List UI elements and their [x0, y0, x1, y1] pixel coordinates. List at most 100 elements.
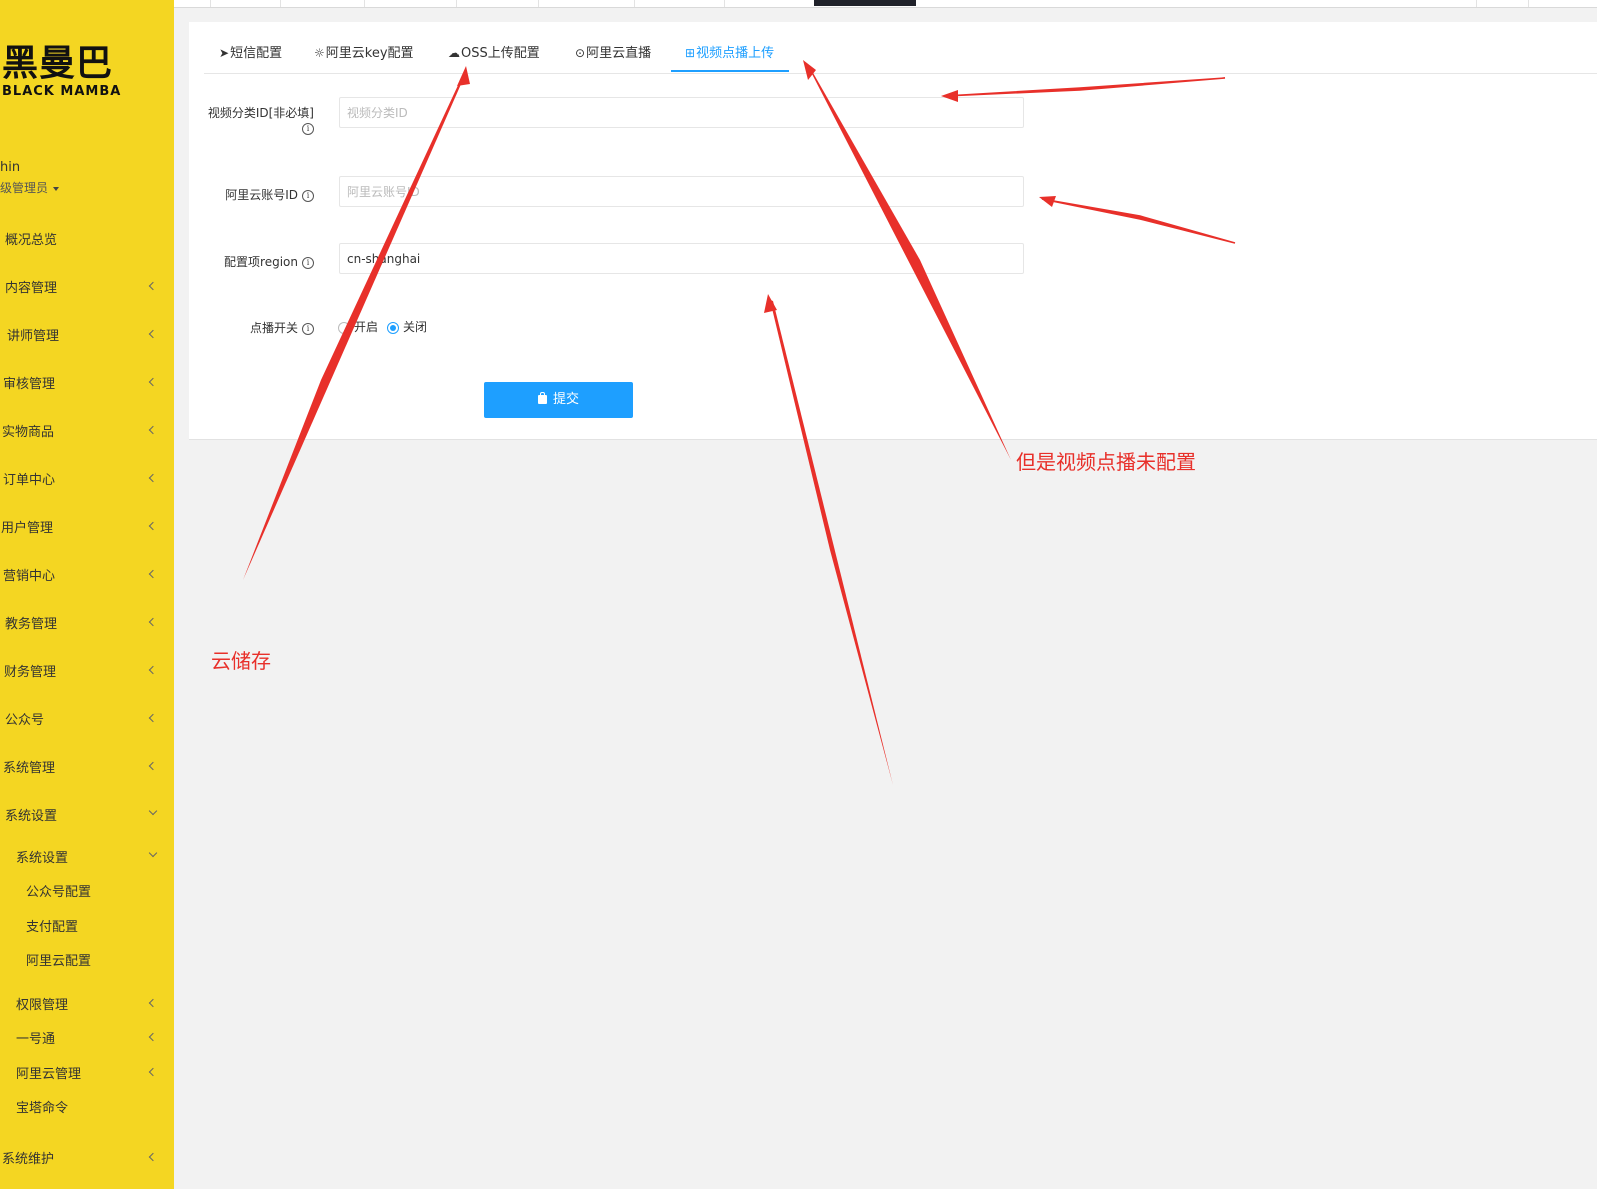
info-icon[interactable]: i	[302, 189, 314, 202]
top-tab[interactable]	[1476, 0, 1529, 7]
chevron-left-icon	[148, 665, 158, 675]
top-tab[interactable]	[634, 0, 725, 7]
chevron-left-icon	[148, 521, 158, 531]
sidebar-item-label: 用户管理	[1, 521, 54, 536]
sidebar-item-marketing[interactable]: 营销中心	[0, 565, 174, 585]
sidebar-item-label: 营销中心	[3, 569, 56, 584]
active-tab-indicator	[671, 70, 789, 72]
chevron-left-icon	[148, 425, 158, 435]
sidebar-item-maintenance[interactable]: 系统维护	[0, 1148, 174, 1168]
sidebar-item-academic[interactable]: 教务管理	[0, 613, 174, 633]
grid-plus-icon: ⊞	[685, 46, 696, 60]
sidebar-item-label: 讲师管理	[7, 329, 60, 344]
sidebar-item-label: 系统设置	[16, 851, 69, 866]
sidebar-item-label: 订单中心	[3, 473, 56, 488]
sidebar-item-label: 内容管理	[5, 281, 58, 296]
sidebar-item-teachers[interactable]: 讲师管理	[0, 325, 174, 345]
chevron-left-icon	[148, 617, 158, 627]
chevron-left-icon	[148, 761, 158, 771]
play-circle-icon: ⊙	[575, 46, 586, 60]
sidebar-item-label: 系统维护	[2, 1152, 55, 1167]
tab-label: 阿里云key配置	[325, 46, 414, 61]
region-label-text: 配置项region	[224, 255, 298, 269]
chevron-left-icon	[148, 713, 158, 723]
aliyun-account-label-text: 阿里云账号ID	[225, 188, 298, 202]
sidebar-item-content[interactable]: 内容管理	[0, 277, 174, 297]
vod-switch-label-text: 点播开关	[249, 321, 298, 335]
tab-sms-config[interactable]: ➤短信配置	[219, 42, 282, 61]
sidebar-item-system-manage[interactable]: 系统管理	[0, 757, 174, 777]
bag-icon	[537, 392, 547, 404]
sidebar-item-review[interactable]: 审核管理	[0, 373, 174, 393]
sidebar-item-orders[interactable]: 订单中心	[0, 469, 174, 489]
sidebar-item-label: 概况总览	[5, 233, 58, 248]
config-tabs: ➤短信配置 ☼阿里云key配置 ☁OSS上传配置 ⊙阿里云直播 ⊞视频点播上传	[204, 22, 1597, 74]
sidebar-item-products[interactable]: 实物商品	[0, 421, 174, 441]
sidebar-subitem-wechat-config[interactable]: 公众号配置	[0, 881, 174, 901]
sidebar-item-label: 宝塔命令	[16, 1101, 69, 1116]
user-role-dropdown[interactable]: 级管理员	[0, 179, 60, 196]
radio-off-icon	[338, 321, 350, 334]
region-input[interactable]	[339, 243, 1024, 274]
logo-cn: 黑曼巴	[2, 43, 114, 84]
sidebar-item-users[interactable]: 用户管理	[0, 517, 174, 537]
chevron-left-icon	[148, 329, 158, 339]
chevron-left-icon	[148, 1067, 158, 1077]
tab-aliyun-key-config[interactable]: ☼阿里云key配置	[314, 42, 414, 61]
top-tab-bar	[174, 0, 1597, 8]
sidebar-subitem-payment-config[interactable]: 支付配置	[0, 916, 174, 936]
tab-label: 短信配置	[230, 46, 283, 61]
chevron-down-icon	[148, 848, 158, 858]
vod-switch-off[interactable]: 关闭	[387, 318, 427, 335]
submit-label: 提交	[552, 392, 579, 407]
cloud-upload-icon: ☁	[448, 46, 460, 60]
top-tab[interactable]	[174, 0, 211, 7]
top-tab[interactable]	[538, 0, 635, 7]
sidebar-item-overview[interactable]: 概况总览	[0, 229, 174, 249]
top-tab[interactable]	[456, 0, 539, 7]
tab-aliyun-live[interactable]: ⊙阿里云直播	[575, 42, 651, 61]
sidebar-subitem-bt-command[interactable]: 宝塔命令	[0, 1097, 174, 1117]
top-tab[interactable]	[364, 0, 457, 7]
sidebar-subitem-yihaotong[interactable]: 一号通	[0, 1028, 174, 1048]
aliyun-account-input[interactable]	[339, 176, 1024, 207]
tab-label: 视频点播上传	[696, 46, 775, 61]
top-tab[interactable]	[1424, 0, 1477, 7]
sidebar-item-label: 教务管理	[5, 617, 58, 632]
video-category-input[interactable]	[339, 97, 1024, 128]
region-label: 配置项region i	[196, 253, 314, 270]
tab-vod-upload[interactable]: ⊞视频点播上传	[685, 42, 774, 61]
sidebar-item-label: 公众号	[5, 713, 45, 728]
info-icon[interactable]: i	[302, 122, 314, 135]
sidebar-item-finance[interactable]: 财务管理	[0, 661, 174, 681]
top-tab[interactable]	[210, 0, 281, 7]
submit-button[interactable]: 提交	[484, 382, 633, 418]
sidebar-item-label: 系统设置	[5, 809, 58, 824]
sidebar-subitem-aliyun-config[interactable]: 阿里云配置	[0, 950, 174, 970]
user-name[interactable]: hin	[0, 160, 20, 175]
sidebar-subitem-system-settings[interactable]: 系统设置	[0, 847, 174, 867]
vod-switch-on[interactable]: 开启	[338, 318, 378, 335]
sidebar-item-wechat[interactable]: 公众号	[0, 709, 174, 729]
sidebar-subitem-aliyun-manage[interactable]: 阿里云管理	[0, 1063, 174, 1083]
radio-on-icon	[387, 321, 399, 334]
tab-label: 阿里云直播	[586, 46, 652, 61]
sidebar-subitem-permissions[interactable]: 权限管理	[0, 994, 174, 1014]
top-tab-active[interactable]	[814, 0, 916, 6]
aliyun-account-label: 阿里云账号ID i	[196, 186, 314, 203]
sidebar-item-label: 支付配置	[26, 920, 79, 935]
user-role: 级管理员	[0, 181, 49, 195]
top-tab[interactable]	[280, 0, 365, 7]
sidebar-item-label: 阿里云配置	[26, 954, 92, 969]
info-icon[interactable]: i	[302, 322, 314, 335]
tab-oss-upload-config[interactable]: ☁OSS上传配置	[448, 42, 540, 61]
sidebar-item-label: 审核管理	[3, 377, 56, 392]
sidebar-item-label: 财务管理	[4, 665, 57, 680]
sidebar-item-label: 一号通	[16, 1032, 56, 1047]
sidebar-item-system-settings[interactable]: 系统设置	[0, 805, 174, 825]
vod-switch-label: 点播开关 i	[196, 319, 314, 336]
video-category-label: 视频分类ID[非必填] i	[196, 104, 314, 135]
sidebar-item-label: 系统管理	[3, 761, 56, 776]
info-icon[interactable]: i	[302, 256, 314, 269]
chevron-left-icon	[148, 281, 158, 291]
